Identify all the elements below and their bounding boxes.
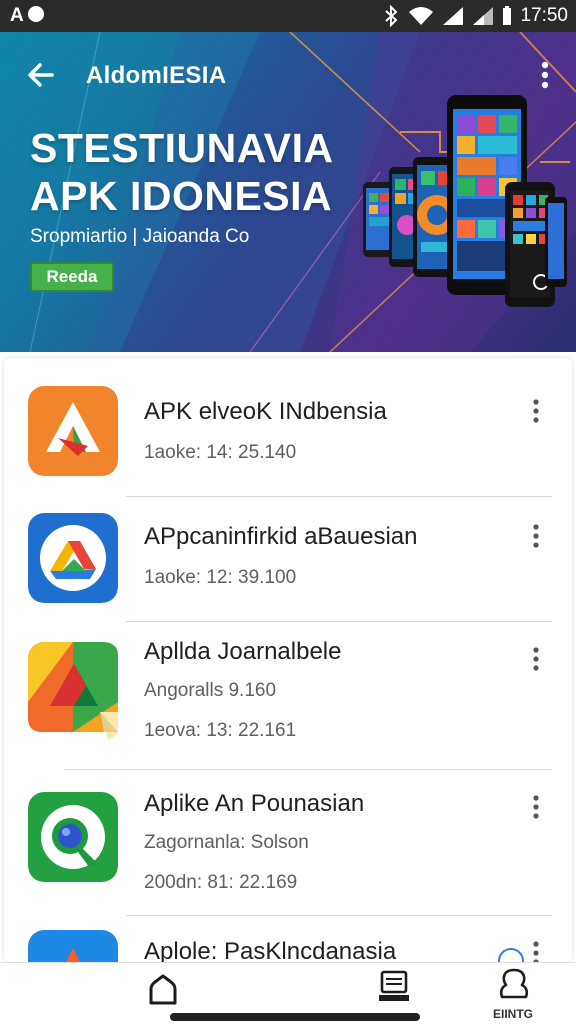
list-item[interactable]: Apllda Joarnalbele Angoralls 9.160 1eova… bbox=[4, 622, 572, 770]
app-title-5: Aplole: PasKlncdanasia bbox=[144, 938, 397, 962]
app-title-4: Aplike An Pounasian bbox=[144, 790, 365, 817]
list-item[interactable]: APpcaninfirkid aBauesian 1aoke: 12: 39.1… bbox=[4, 497, 572, 621]
library-icon[interactable] bbox=[376, 969, 412, 1005]
colorful-triangle-logo-icon bbox=[28, 642, 118, 740]
app-title-2: APpcaninfirkid aBauesian bbox=[144, 523, 418, 550]
account-label: EIINTG bbox=[492, 1007, 533, 1021]
home-icon[interactable] bbox=[146, 973, 180, 1007]
blue-a-logo-icon bbox=[28, 930, 118, 962]
wifi-icon bbox=[409, 7, 434, 25]
orange-a-logo-icon bbox=[28, 386, 118, 476]
signal-icon bbox=[443, 7, 464, 25]
more-options-icon[interactable] bbox=[526, 646, 546, 672]
app-title-3: Apllda Joarnalbele bbox=[144, 638, 342, 665]
blue-drive-logo-icon bbox=[28, 513, 118, 603]
hero-headline: STESTIUNAVIA APK IDONESIA bbox=[30, 124, 334, 220]
status-time: 17:50 bbox=[520, 5, 568, 26]
status-app-letter: A bbox=[10, 5, 25, 26]
app-meta-2: 1aoke: 12: 39.100 bbox=[144, 567, 297, 588]
status-left: A bbox=[10, 5, 44, 27]
account-icon[interactable] bbox=[494, 967, 534, 1001]
notification-icon bbox=[27, 5, 44, 22]
app-list: APK elveoK INdbensia 1aoke: 14: 25.140 A… bbox=[4, 358, 572, 962]
app-meta-1: 1aoke: 14: 25.140 bbox=[144, 442, 297, 463]
bottom-navigation: EIINTG bbox=[0, 962, 576, 1024]
app-meta-4b: 200dn: 81: 22.169 bbox=[144, 872, 298, 893]
hero-headline-line1: STESTIUNAVIA bbox=[30, 125, 334, 171]
more-options-icon[interactable] bbox=[526, 523, 546, 549]
more-options-icon[interactable] bbox=[526, 794, 546, 820]
hero-subtitle: Sropmiartio | Jaioanda Co bbox=[30, 226, 250, 247]
bluetooth-icon bbox=[385, 5, 398, 27]
list-item[interactable]: APK elveoK INdbensia 1aoke: 14: 25.140 bbox=[4, 358, 572, 496]
app-meta-4: Zagornanla: Solson bbox=[144, 832, 309, 853]
gesture-handle[interactable] bbox=[170, 1013, 420, 1021]
green-lens-logo-icon bbox=[28, 792, 118, 882]
hero-badge-button[interactable]: Reeda bbox=[30, 262, 114, 292]
list-item[interactable]: Aplole: PasKlncdanasia bbox=[4, 916, 572, 962]
list-item[interactable]: Aplike An Pounasian Zagornanla: Solson 2… bbox=[4, 770, 572, 916]
phones-illustration bbox=[363, 95, 567, 307]
app-meta-3b: 1eova: 13: 22.161 bbox=[144, 720, 297, 741]
status-right: 17:50 bbox=[382, 4, 568, 28]
more-options-icon[interactable] bbox=[526, 940, 546, 962]
app-title-1: APK elveoK INdbensia bbox=[144, 398, 387, 425]
app-title: AldomIESIA bbox=[86, 62, 227, 89]
battery-icon bbox=[503, 6, 512, 25]
hero-banner: AldomIESIA STESTIUNAVIA APK IDONESIA Sro… bbox=[0, 32, 576, 352]
back-arrow-icon[interactable] bbox=[24, 58, 58, 92]
hero-headline-line2: APK IDONESIA bbox=[30, 173, 333, 219]
signal-2-icon bbox=[473, 7, 494, 25]
status-bar: A 17:50 bbox=[0, 0, 576, 32]
app-meta-3: Angoralls 9.160 bbox=[144, 680, 277, 701]
more-options-icon[interactable] bbox=[526, 398, 546, 424]
